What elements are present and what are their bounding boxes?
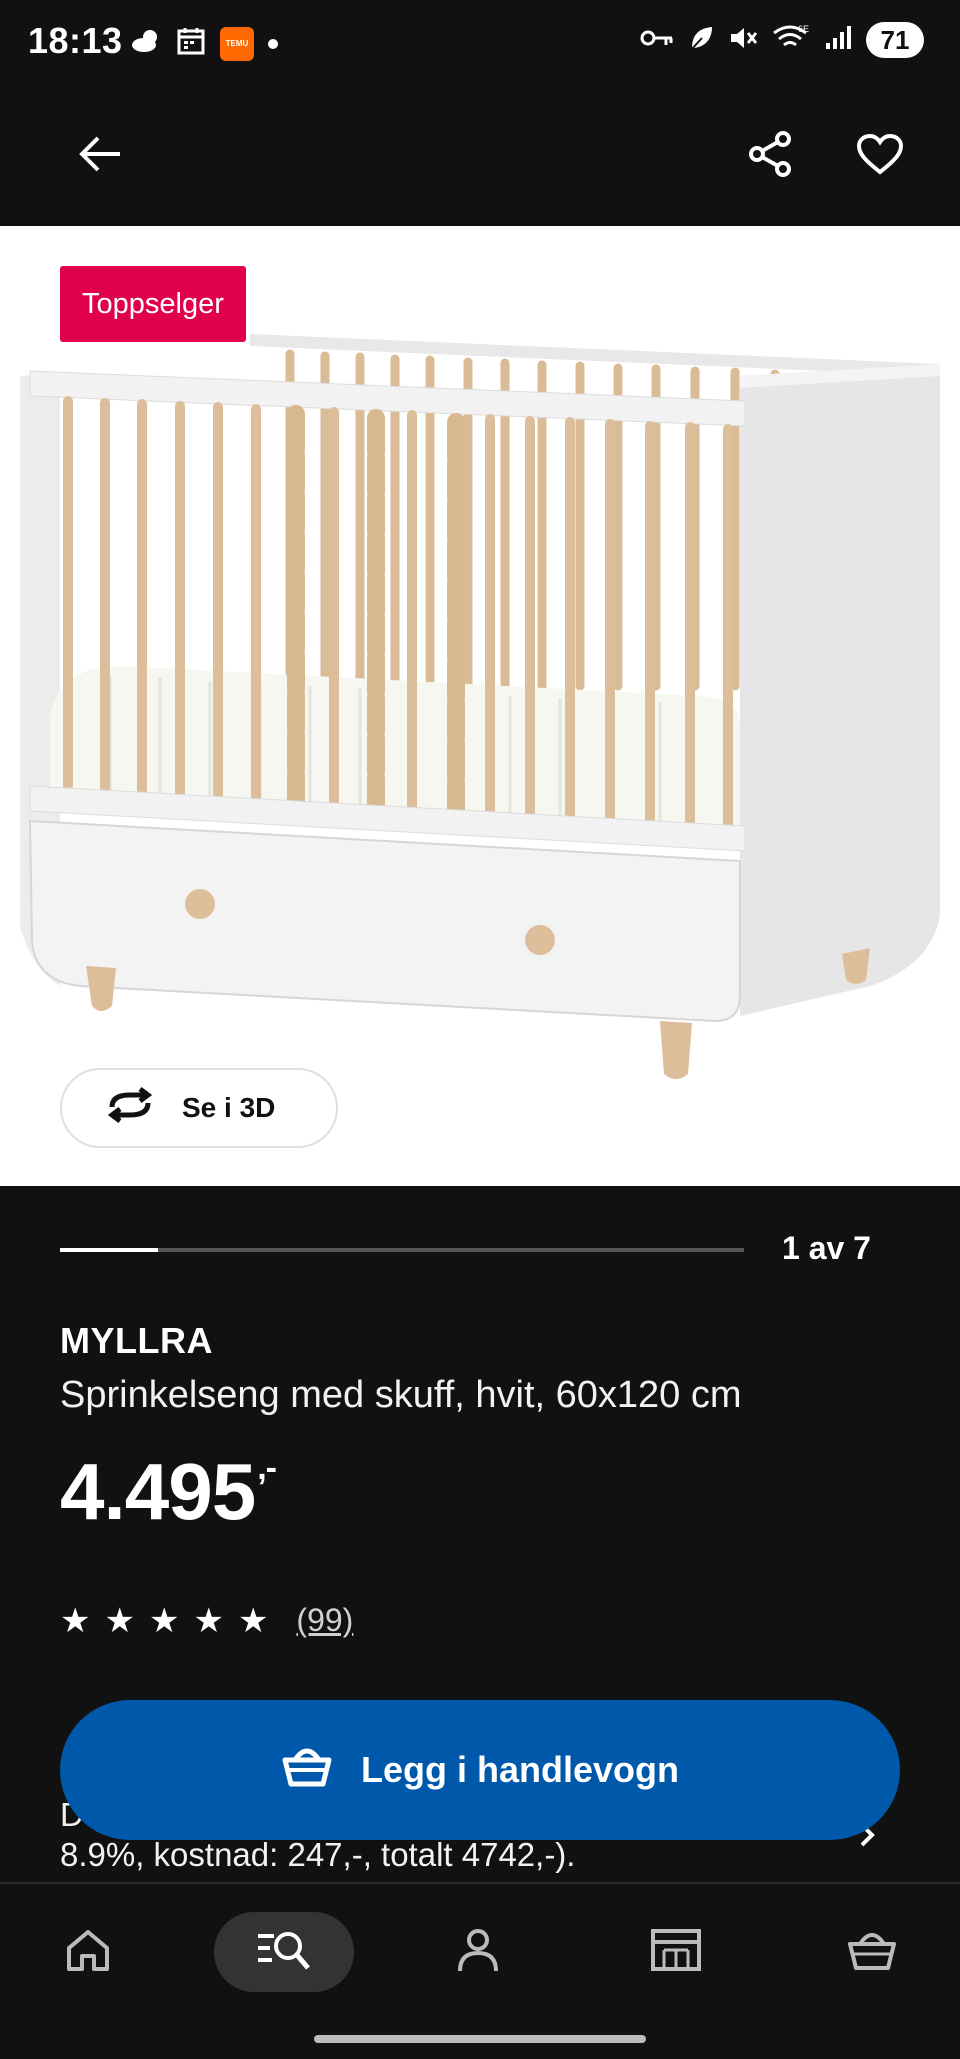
mute-icon xyxy=(728,24,758,57)
bestseller-badge: Toppselger xyxy=(60,266,246,342)
temu-app-icon: TEMU xyxy=(220,26,254,61)
gesture-bar[interactable] xyxy=(314,2035,646,2043)
store-icon xyxy=(650,1928,702,1977)
nav-profile[interactable] xyxy=(428,1912,528,1992)
nav-cart[interactable] xyxy=(822,1912,922,1992)
price-suffix: ,- xyxy=(257,1449,277,1487)
star-icon: ★ xyxy=(148,1601,180,1640)
bottom-navigation xyxy=(0,1882,960,2059)
basket-icon xyxy=(281,1744,333,1797)
heart-icon xyxy=(856,133,904,180)
product-image-crib xyxy=(20,334,940,1079)
price-value: 4.495 xyxy=(60,1447,256,1536)
back-button[interactable] xyxy=(60,116,140,196)
share-button[interactable] xyxy=(730,116,810,196)
add-to-cart-label: Legg i handlevogn xyxy=(360,1749,679,1790)
arrow-left-icon xyxy=(78,134,122,179)
star-icon: ★ xyxy=(237,1601,269,1640)
wifi-6e-icon: 6E xyxy=(772,23,810,58)
battery-icon: 71 xyxy=(866,22,924,58)
financing-text[interactable]: 8.9%, kostnad: 247,-, totalt 4742,-). xyxy=(60,1836,575,1874)
view-3d-button[interactable]: Se i 3D xyxy=(60,1068,338,1148)
home-icon xyxy=(65,1928,111,1977)
status-time: 18:13 xyxy=(28,20,123,61)
vpn-key-icon xyxy=(640,27,674,54)
weather-icon xyxy=(130,27,162,60)
leaf-icon xyxy=(688,24,714,57)
product-description: Sprinkelseng med skuff, hvit, 60x120 cm xyxy=(60,1374,742,1416)
star-icon: ★ xyxy=(104,1601,135,1640)
nav-home[interactable] xyxy=(38,1912,138,1992)
star-icon: ★ xyxy=(193,1601,224,1640)
product-rating[interactable]: ★ ★ ★ ★ ★ (99) xyxy=(60,1602,353,1639)
nav-search[interactable] xyxy=(234,1912,334,1992)
nav-store[interactable] xyxy=(626,1912,726,1992)
svg-text:6E: 6E xyxy=(798,24,809,34)
notification-dot-icon xyxy=(268,38,278,49)
search-list-icon xyxy=(256,1928,312,1977)
gallery-position: 1 av 7 xyxy=(782,1230,871,1266)
add-to-cart-button[interactable]: Legg i handlevogn xyxy=(60,1700,900,1840)
gallery-progress-fill xyxy=(60,1248,158,1252)
share-icon xyxy=(747,130,793,183)
product-image-gallery[interactable]: Toppselger Se i 3D xyxy=(0,226,960,1186)
review-count-link[interactable]: (99) xyxy=(296,1602,353,1639)
gallery-progress xyxy=(60,1248,744,1252)
star-icon: ★ xyxy=(60,1601,91,1640)
view-3d-label: Se i 3D xyxy=(182,1092,276,1123)
status-bar: 18:13 TEMU 6E 71 xyxy=(0,0,960,86)
status-icons-right: 6E 71 xyxy=(640,22,924,58)
signal-icon xyxy=(824,25,852,56)
calendar-icon xyxy=(176,26,206,61)
product-price: 4.495,- xyxy=(60,1446,277,1538)
favorite-button[interactable] xyxy=(840,116,920,196)
basket-icon xyxy=(846,1928,898,1977)
app-header xyxy=(0,86,960,226)
rotate-3d-icon xyxy=(104,1086,156,1130)
product-brand: MYLLRA xyxy=(60,1320,213,1361)
status-icons-left: TEMU xyxy=(130,26,278,61)
person-icon xyxy=(456,1927,500,1978)
